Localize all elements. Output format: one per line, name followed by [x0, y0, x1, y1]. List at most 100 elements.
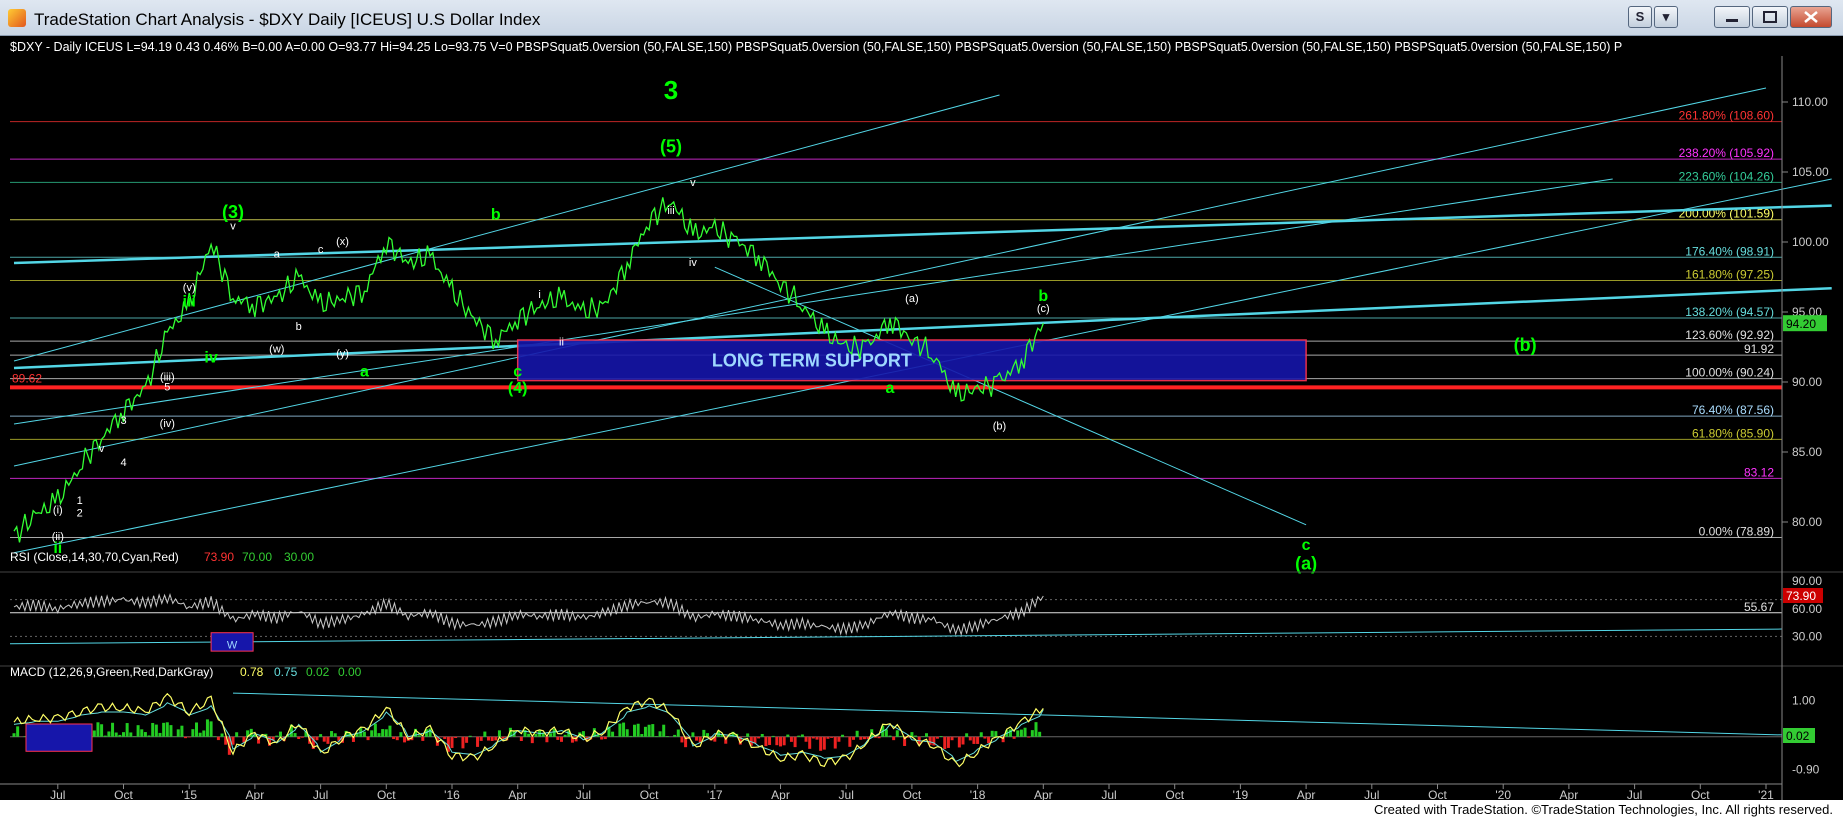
window-title: TradeStation Chart Analysis - $DXY Daily…: [34, 10, 541, 29]
time-axis-label: Oct: [903, 788, 922, 800]
macd-axis-label: -0.90: [1792, 762, 1820, 776]
time-axis-label: Jul: [576, 788, 591, 800]
footer: Created with TradeStation. ©TradeStation…: [0, 800, 1843, 818]
time-axis-label: Apr: [1560, 788, 1579, 800]
fib-level-label: 76.40% (87.56): [1692, 403, 1774, 417]
minimize-button[interactable]: [1714, 6, 1750, 28]
trend-line: [714, 266, 1307, 526]
wave-label: c: [318, 244, 324, 256]
wave-label: (b): [993, 421, 1006, 433]
time-axis-label: Oct: [1691, 788, 1710, 800]
maximize-button[interactable]: [1752, 6, 1788, 28]
wave-label: v: [690, 177, 696, 189]
time-axis-label: Apr: [246, 788, 265, 800]
wave-label: (x): [336, 236, 349, 248]
wave-label: 2: [77, 507, 83, 519]
support-box-label: LONG TERM SUPPORT: [712, 350, 912, 370]
wave-label: 1: [77, 495, 83, 507]
time-axis-label: Jul: [1627, 788, 1642, 800]
wave-label: iii: [667, 205, 674, 217]
wave-label: v: [99, 443, 105, 455]
price-axis-label: 80.00: [1792, 515, 1822, 529]
wave-label: (c): [1037, 303, 1050, 315]
last-price-label: 94.20: [1786, 317, 1816, 331]
rsi-axis-label: 60.00: [1792, 602, 1822, 616]
wave-label: 3: [664, 75, 678, 105]
fib-level-label: 61.80% (85.90): [1692, 426, 1774, 440]
fib-level-label: 138.20% (94.57): [1685, 305, 1774, 319]
time-axis-label: Apr: [771, 788, 790, 800]
maximize-icon: [1763, 11, 1777, 23]
wave-label: ii: [559, 337, 564, 349]
fib-level-label: 176.40% (98.91): [1685, 244, 1774, 258]
price-axis-label: 100.00: [1792, 235, 1829, 249]
price-panel: 261.80% (108.60) 238.20% (105.92) 223.60% …: [10, 75, 1832, 574]
wave-label: iii: [183, 293, 196, 310]
time-axis-label: '16: [444, 788, 460, 800]
wave-label: (b): [1514, 335, 1537, 355]
left-level-label: 89.62: [12, 371, 42, 385]
window-menu-button[interactable]: ▾: [1654, 6, 1678, 28]
rsi-w-box-label: W: [227, 639, 238, 651]
rsi-oversold: 30.00: [284, 550, 314, 564]
wave-label: (i): [53, 505, 63, 517]
wave-label: 3: [120, 415, 126, 427]
chart-header-line: $DXY - Daily ICEUS L=94.19 0.43 0.46% B=…: [10, 40, 1622, 54]
time-axis-label: Apr: [1034, 788, 1053, 800]
price-axis-label: 85.00: [1792, 445, 1822, 459]
fib-level-label: 83.12: [1744, 465, 1774, 479]
rsi-panel: 55.67 W 90.00 60.00 30.00 73.90: [9, 574, 1823, 652]
wave-label: (iv): [160, 418, 175, 430]
time-axis-label: '21: [1758, 788, 1774, 800]
macd-signal: 0.75: [274, 665, 298, 679]
time-axis-label: Jul: [839, 788, 854, 800]
wave-label: iv: [689, 257, 697, 269]
fib-level-label: 223.60% (104.26): [1679, 169, 1774, 183]
wave-label: (4): [508, 380, 528, 397]
macd-panel: 1.00 -0.90 0.02: [10, 692, 1820, 776]
wave-label: 4: [120, 457, 126, 469]
time-axis-label: Oct: [377, 788, 396, 800]
wave-label: c: [513, 363, 522, 380]
chart-area[interactable]: 261.80% (108.60) 238.20% (105.92) 223.60% …: [0, 36, 1843, 802]
minimize-icon: [1726, 19, 1738, 22]
rsi-value: 73.90: [204, 550, 234, 564]
fib-level-label: 91.92: [1744, 342, 1774, 356]
close-icon: [1804, 11, 1818, 23]
wave-label: (a): [1295, 554, 1317, 574]
time-axis-label: Apr: [1297, 788, 1316, 800]
wave-label: i: [538, 289, 540, 301]
symbol-link-button[interactable]: S: [1628, 6, 1652, 28]
wave-label: a: [360, 363, 369, 380]
window-titlebar: TradeStation Chart Analysis - $DXY Daily…: [0, 0, 1843, 36]
wave-label: (3): [222, 202, 244, 222]
wave-label: a: [886, 380, 895, 397]
time-axis-label: '18: [970, 788, 986, 800]
time-axis-label: Apr: [508, 788, 527, 800]
time-axis-label: '17: [707, 788, 723, 800]
wave-label: c: [1302, 537, 1311, 554]
wave-label: iv: [204, 349, 217, 366]
wave-label: v: [230, 220, 236, 232]
trend-line: [13, 87, 1767, 467]
wave-label: (y): [336, 348, 349, 360]
axes: 110.00105.00100.0095.0090.0085.0080.0094…: [0, 56, 1843, 802]
time-axis-label: Jul: [1101, 788, 1116, 800]
time-axis-label: '19: [1233, 788, 1249, 800]
chart-canvas[interactable]: 261.80% (108.60) 238.20% (105.92) 223.60% …: [0, 36, 1843, 802]
fib-level-label: 261.80% (108.60): [1679, 109, 1774, 123]
time-axis-label: Jul: [1364, 788, 1379, 800]
rsi-axis-label: 30.00: [1792, 629, 1822, 643]
fib-level-label: 100.00% (90.24): [1685, 366, 1774, 380]
fib-level-label: 123.60% (92.92): [1685, 328, 1774, 342]
macd-value: 0.78: [240, 665, 264, 679]
macd-header: MACD (12,26,9,Green,Red,DarkGray): [10, 665, 213, 679]
fib-level-label: 0.00% (78.89): [1699, 525, 1774, 539]
fib-level-label: 238.20% (105.92): [1679, 146, 1774, 160]
macd-axis-label: 1.00: [1792, 693, 1816, 707]
wave-label: (5): [660, 136, 682, 156]
close-button[interactable]: [1790, 6, 1832, 28]
price-axis-label: 90.00: [1792, 375, 1822, 389]
wave-label: b: [296, 321, 302, 333]
macd-diff: 0.02: [306, 665, 330, 679]
